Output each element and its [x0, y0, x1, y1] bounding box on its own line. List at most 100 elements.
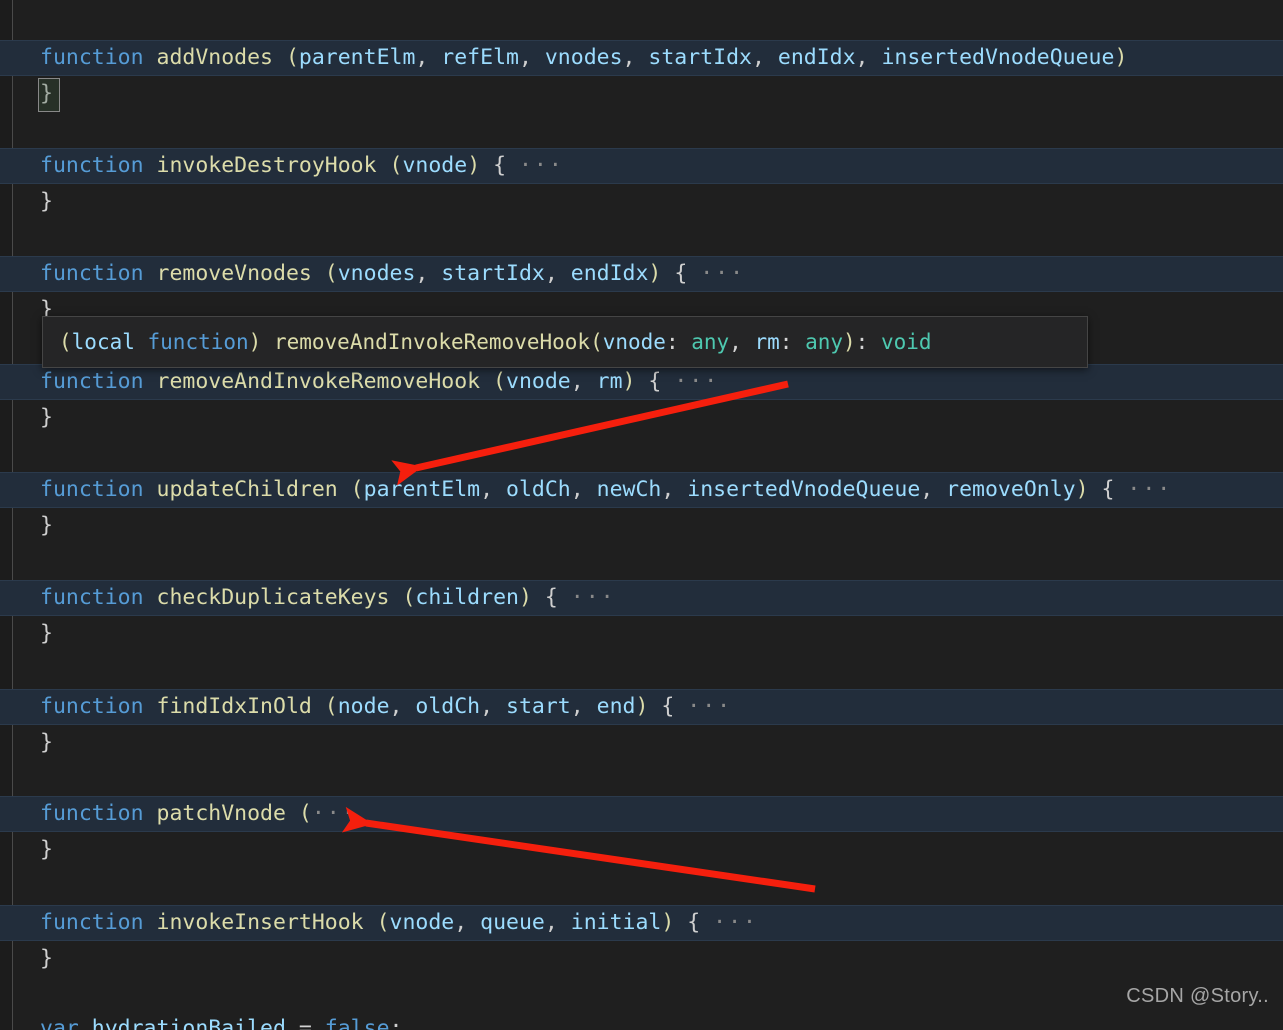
code-token: endIdx: [777, 45, 856, 70]
code-token: oldCh: [506, 477, 571, 502]
code-token: function: [40, 369, 157, 394]
code-token: ···: [518, 153, 564, 178]
code-line-text: }: [0, 400, 53, 436]
code-token: ,: [544, 261, 571, 286]
code-token: }: [40, 730, 53, 755]
code-token: function: [40, 45, 157, 70]
code-token: ,: [570, 369, 597, 394]
code-token: ,: [751, 45, 778, 70]
code-token: ···: [1127, 477, 1173, 502]
code-token: (: [298, 801, 312, 826]
line-update-children[interactable]: function updateChildren (parentElm, oldC…: [0, 472, 1283, 508]
line-close-5[interactable]: }: [0, 508, 1283, 544]
code-token: }: [40, 189, 53, 214]
code-line-text: }: [0, 832, 53, 868]
code-token: ,: [661, 477, 688, 502]
tooltip-token: :: [665, 330, 692, 354]
code-token: ,: [454, 910, 481, 935]
csdn-watermark: CSDN @Story..: [1126, 985, 1269, 1007]
code-token: vnode: [402, 153, 468, 178]
code-token: endIdx: [570, 261, 649, 286]
code-line-text: }: [0, 725, 53, 761]
tooltip-token: (: [59, 330, 72, 354]
code-token: }: [40, 621, 53, 646]
code-token: vnodes: [544, 45, 623, 70]
code-token: }: [40, 513, 53, 538]
code-token: }: [40, 81, 53, 106]
code-token: parentElm: [298, 45, 416, 70]
code-token: ,: [389, 694, 416, 719]
code-token: ···: [674, 369, 720, 394]
code-token: rm: [596, 369, 623, 394]
code-token: }: [40, 837, 53, 862]
line-add-vnodes[interactable]: function addVnodes (parentElm, refElm, v…: [0, 40, 1283, 76]
line-hydration-bailed[interactable]: var hydrationBailed = false;: [0, 1011, 1283, 1030]
line-close-7[interactable]: }: [0, 725, 1283, 761]
tooltip-token: rm: [754, 330, 780, 354]
line-close-1[interactable]: }: [0, 76, 1283, 112]
code-token: ,: [570, 694, 597, 719]
tooltip-token: any: [691, 330, 730, 354]
code-token: ···: [713, 910, 759, 935]
code-token: removeVnodes: [156, 261, 325, 286]
tooltip-token: void: [880, 330, 932, 354]
line-patch-vnode[interactable]: function patchVnode (···: [0, 796, 1283, 832]
code-token: function: [40, 261, 157, 286]
code-line-text: }: [0, 941, 53, 977]
code-token: parentElm: [363, 477, 481, 502]
code-token: removeAndInvokeRemoveHook: [156, 369, 494, 394]
code-token: {: [480, 153, 519, 178]
code-line-text: }: [0, 508, 53, 544]
code-token: ···: [700, 261, 746, 286]
line-remove-vnodes[interactable]: function removeVnodes (vnodes, startIdx,…: [0, 256, 1283, 292]
line-invoke-destroy-hook[interactable]: function invokeDestroyHook (vnode) { ···: [0, 148, 1283, 184]
tooltip-token: ): [248, 330, 262, 354]
code-token: {: [648, 694, 688, 719]
tooltip-token: :: [779, 330, 806, 354]
line-invoke-insert-hook[interactable]: function invokeInsertHook (vnode, queue,…: [0, 905, 1283, 941]
code-line-text: function invokeDestroyHook (vnode) { ···: [0, 148, 564, 184]
line-check-duplicate-keys[interactable]: function checkDuplicateKeys (children) {…: [0, 580, 1283, 616]
line-close-8[interactable]: }: [0, 832, 1283, 868]
code-token: (: [402, 585, 416, 610]
code-line-text: function removeVnodes (vnodes, startIdx,…: [0, 256, 745, 292]
code-token: false: [324, 1016, 390, 1030]
code-token: invokeInsertHook: [156, 910, 377, 935]
line-remove-and-invoke-remove-hook[interactable]: function removeAndInvokeRemoveHook (vnod…: [0, 364, 1283, 400]
code-line-text: function updateChildren (parentElm, oldC…: [0, 472, 1172, 508]
code-token: queue: [480, 910, 545, 935]
tooltip-token: (: [590, 330, 603, 354]
tooltip-token: removeAndInvokeRemoveHook: [261, 330, 591, 354]
line-close-4[interactable]: }: [0, 400, 1283, 436]
code-token: ,: [518, 45, 545, 70]
code-token: oldCh: [415, 694, 481, 719]
line-close-6[interactable]: }: [0, 616, 1283, 652]
code-token: ,: [622, 45, 649, 70]
code-token: checkDuplicateKeys: [156, 585, 403, 610]
code-token: ): [622, 369, 636, 394]
editor-surface[interactable]: function addVnodes (parentElm, refElm, v…: [0, 0, 1283, 1030]
line-close-2[interactable]: }: [0, 184, 1283, 220]
code-token: startIdx: [648, 45, 752, 70]
code-token: ;: [389, 1016, 403, 1030]
code-token: ···: [687, 694, 733, 719]
tooltip-token: function: [147, 330, 249, 354]
code-token: {: [1088, 477, 1128, 502]
code-token: insertedVnodeQueue: [687, 477, 921, 502]
code-token: patchVnode: [156, 801, 299, 826]
code-line-text: function addVnodes (parentElm, refElm, v…: [0, 40, 1127, 76]
code-token: function: [40, 694, 157, 719]
code-token: (: [324, 694, 338, 719]
line-close-9[interactable]: }: [0, 941, 1283, 977]
hover-signature-tooltip: (local function) removeAndInvokeRemoveHo…: [42, 316, 1088, 368]
code-line-text: }: [0, 76, 53, 112]
code-token: ): [635, 694, 649, 719]
code-token: var: [40, 1016, 92, 1030]
line-find-idx-in-old[interactable]: function findIdxInOld (node, oldCh, star…: [0, 689, 1283, 725]
code-token: ): [518, 585, 532, 610]
code-token: ···: [311, 801, 357, 826]
code-line-text: }: [0, 616, 53, 652]
code-token: (: [324, 261, 338, 286]
code-token: {: [674, 910, 714, 935]
code-token: startIdx: [441, 261, 545, 286]
